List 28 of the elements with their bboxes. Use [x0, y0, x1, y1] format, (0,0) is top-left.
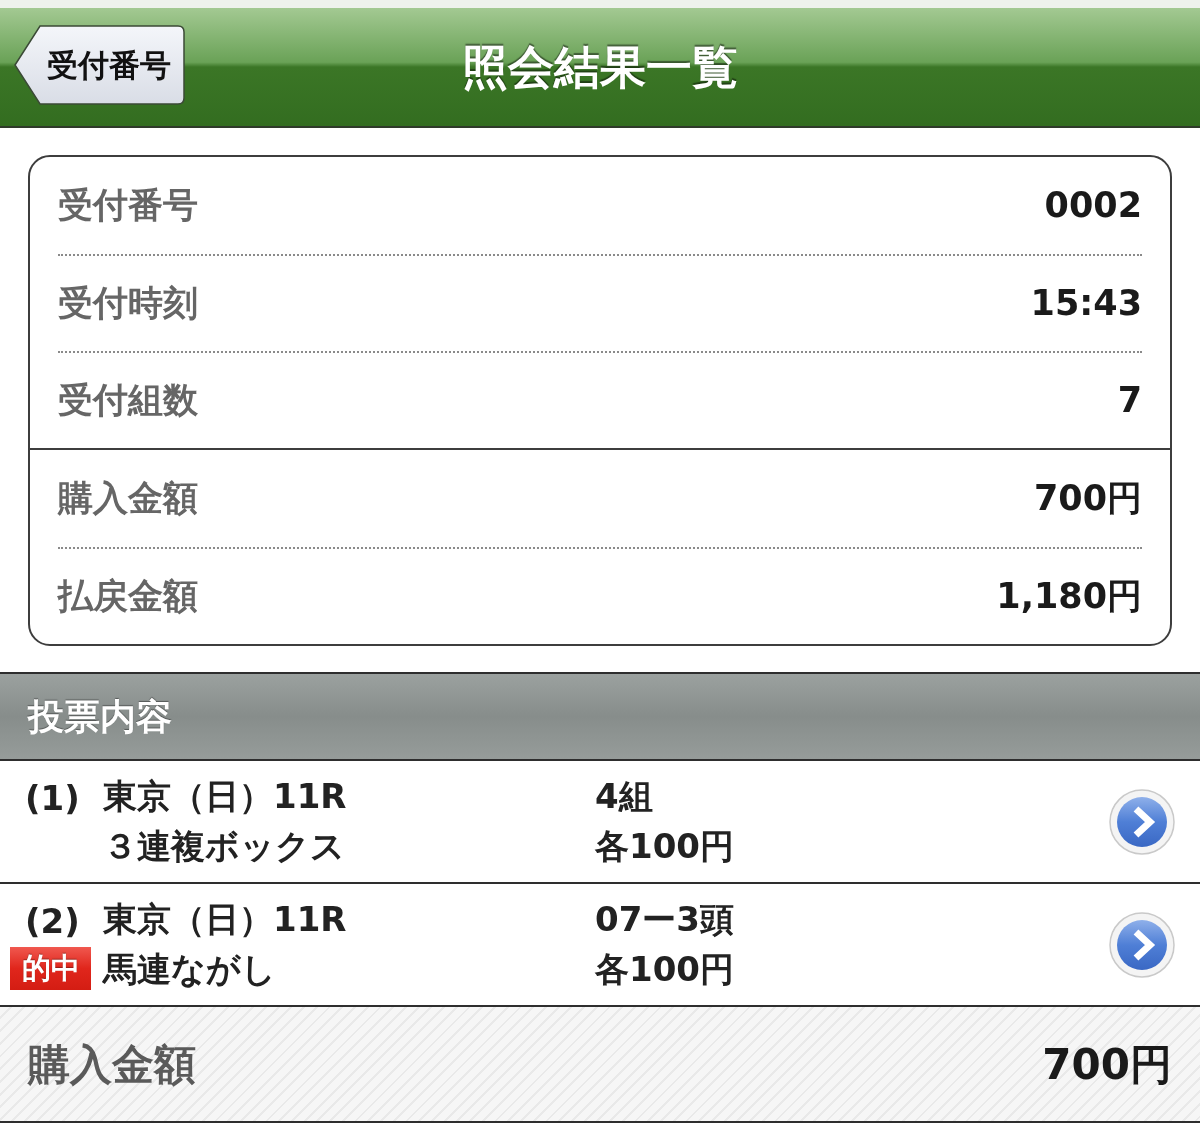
section-title: 投票内容 [28, 694, 172, 739]
chevron-right-icon[interactable] [1109, 911, 1175, 978]
bet-type: ３連複ボックス [103, 825, 345, 868]
race-name: 東京（日）11R [103, 775, 347, 818]
field-label: 受付時刻 [58, 282, 198, 326]
combination-count: 07ー3頭 [595, 898, 734, 941]
field-value: 15:43 [1030, 282, 1142, 326]
combination-count: 4組 [595, 775, 653, 818]
bet-type: 馬連ながし [103, 948, 276, 991]
field-value: 0002 [1044, 184, 1142, 228]
stake-amount: 各100円 [595, 825, 734, 868]
total-value: 700円 [1042, 1038, 1172, 1091]
field-label: 受付番号 [58, 184, 198, 228]
page-title: 照会結果一覧 [462, 44, 738, 90]
field-label: 受付組数 [58, 379, 198, 423]
chevron-right-icon[interactable] [1109, 788, 1175, 855]
hit-badge: 的中 [10, 947, 91, 990]
field-value: 700円 [1033, 477, 1142, 521]
back-button[interactable]: 受付番号 [14, 25, 185, 105]
bet-number: (1) [24, 777, 80, 820]
field-value: 7 [1117, 379, 1142, 423]
field-label: 払戻金額 [58, 575, 198, 619]
stake-amount: 各100円 [595, 948, 734, 991]
field-label: 購入金額 [58, 477, 198, 521]
field-value: 1,180円 [996, 575, 1142, 619]
race-name: 東京（日）11R [103, 898, 347, 941]
total-label: 購入金額 [28, 1038, 196, 1091]
bet-number: (2) [24, 900, 80, 943]
